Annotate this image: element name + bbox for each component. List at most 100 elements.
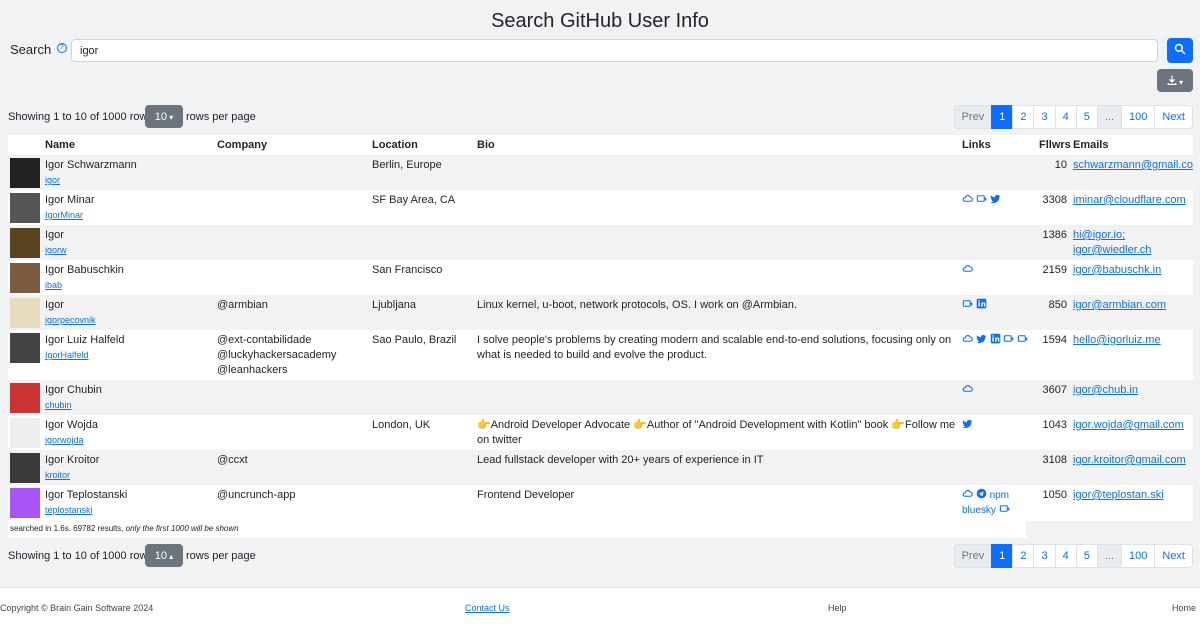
followers-cell: 850	[1037, 295, 1071, 330]
followers-cell: 1386	[1037, 225, 1071, 260]
user-login-link[interactable]: igor	[45, 175, 60, 185]
bottom-rows-per-page-select[interactable]: 10 ▴	[145, 544, 183, 567]
user-login-link[interactable]: IgorHalfeld	[45, 350, 89, 360]
linkedin-icon[interactable]	[990, 333, 1004, 346]
emails-cell: igor@armbian.com	[1071, 295, 1193, 330]
question-circle-icon[interactable]: ?	[56, 43, 67, 53]
followers-cell: 1043	[1037, 415, 1071, 450]
col-followers[interactable]: Fllwrs	[1037, 135, 1071, 155]
col-name[interactable]: Name	[43, 135, 215, 155]
page-next[interactable]: Next	[1154, 105, 1193, 129]
avatar[interactable]	[10, 453, 40, 483]
page-4[interactable]: 4	[1054, 544, 1077, 568]
email-link[interactable]: igor@armbian.com	[1073, 299, 1166, 311]
avatar[interactable]	[10, 193, 40, 223]
telegram-icon[interactable]	[976, 488, 990, 501]
cloud-icon[interactable]	[962, 195, 976, 206]
blog-icon[interactable]	[1003, 335, 1017, 346]
twitter-icon[interactable]	[976, 334, 990, 346]
twitter-icon[interactable]	[962, 419, 973, 431]
col-company[interactable]: Company	[215, 135, 370, 155]
top-pagination: Prev 1 2 3 4 5... 100 Next	[953, 105, 1193, 129]
avatar[interactable]	[10, 418, 40, 448]
avatar[interactable]	[10, 488, 40, 518]
email-link[interactable]: iminar@cloudflare.com	[1073, 194, 1186, 206]
page-2[interactable]: 2	[1012, 544, 1035, 568]
user-login-link[interactable]: igorwojda	[45, 435, 84, 445]
blog-icon[interactable]	[1017, 335, 1028, 346]
user-login-link[interactable]: IgorMinar	[45, 210, 83, 220]
page-3[interactable]: 3	[1033, 105, 1056, 129]
blog-icon[interactable]	[962, 300, 976, 311]
avatar[interactable]	[10, 263, 40, 293]
user-login-link[interactable]: igorpecovnik	[45, 315, 96, 325]
col-emails[interactable]: Emails	[1071, 135, 1193, 155]
email-link[interactable]: schwarzmann@gmail.com	[1073, 159, 1193, 171]
email-link[interactable]: igor.kroitor@gmail.com	[1073, 454, 1186, 466]
email-link[interactable]: igor@teplostan.ski	[1073, 489, 1164, 501]
page-100[interactable]: 100	[1121, 544, 1156, 568]
links-cell	[960, 380, 1037, 415]
link-bluesky[interactable]: bluesky	[962, 505, 996, 516]
contact-link[interactable]: Contact Us	[465, 603, 510, 613]
page-4[interactable]: 4	[1054, 105, 1077, 129]
avatar[interactable]	[10, 298, 40, 328]
page-2[interactable]: 2	[1012, 105, 1035, 129]
emails-cell: hi@igor.io; igor@wiedler.ch	[1071, 225, 1193, 260]
page-next[interactable]: Next	[1154, 544, 1193, 568]
avatar-cell	[8, 225, 43, 260]
avatar[interactable]	[10, 333, 40, 363]
help-link[interactable]: Help	[828, 603, 847, 613]
page-1[interactable]: 1	[991, 544, 1014, 568]
download-button[interactable]: ▾	[1157, 69, 1193, 92]
twitter-icon[interactable]	[989, 194, 1001, 206]
avatar[interactable]	[10, 383, 40, 413]
avatar[interactable]	[10, 228, 40, 258]
search-input[interactable]	[71, 39, 1158, 62]
link-npm[interactable]: npm	[990, 490, 1009, 501]
stats-note: only the first 1000 will be shown	[125, 524, 239, 533]
table-row: Igor Chubin chubin 3607 igor@chub.in	[8, 380, 1193, 415]
email-link[interactable]: igor@wiedler.ch	[1073, 244, 1151, 256]
avatar-cell	[8, 190, 43, 225]
email-link[interactable]: hi@igor.io;	[1073, 229, 1125, 241]
linkedin-icon[interactable]	[976, 298, 987, 311]
cloud-icon[interactable]	[962, 265, 973, 276]
avatar[interactable]	[10, 158, 40, 188]
company-cell: @ccxt	[215, 450, 370, 485]
links-cell	[960, 415, 1037, 450]
col-bio[interactable]: Bio	[475, 135, 960, 155]
user-login-link[interactable]: ibab	[45, 280, 62, 290]
bio-cell	[475, 380, 960, 415]
search-button[interactable]	[1167, 38, 1193, 63]
page-3[interactable]: 3	[1033, 544, 1056, 568]
user-login-link[interactable]: teplostanski	[45, 505, 93, 515]
search-icon	[1174, 43, 1186, 55]
email-link[interactable]: hello@igorluiz.me	[1073, 334, 1161, 346]
cloud-icon[interactable]	[962, 335, 976, 346]
email-link[interactable]: igor@babuschk.in	[1073, 264, 1161, 276]
page-prev[interactable]: Prev	[953, 544, 993, 568]
blog-icon[interactable]	[999, 505, 1010, 516]
page-1[interactable]: 1	[991, 105, 1014, 129]
page-100[interactable]: 100	[1121, 105, 1156, 129]
page-5[interactable]: 5	[1075, 105, 1098, 129]
avatar-cell	[8, 260, 43, 295]
user-login-link[interactable]: chubin	[45, 400, 72, 410]
blog-icon[interactable]	[976, 195, 990, 206]
cloud-icon[interactable]	[962, 490, 976, 501]
location-cell	[370, 485, 475, 521]
cloud-icon[interactable]	[962, 385, 973, 396]
email-link[interactable]: igor.wojda@gmail.com	[1073, 419, 1184, 431]
company-cell	[215, 260, 370, 295]
col-links[interactable]: Links	[960, 135, 1037, 155]
top-rows-per-page-select[interactable]: 10 ▾	[145, 105, 183, 128]
home-link[interactable]: Home	[1172, 603, 1196, 613]
top-rows-per-page-value: 10	[154, 110, 167, 123]
page-5[interactable]: 5	[1075, 544, 1098, 568]
user-login-link[interactable]: kroitor	[45, 470, 70, 480]
email-link[interactable]: igor@chub.in	[1073, 384, 1138, 396]
col-location[interactable]: Location	[370, 135, 475, 155]
user-login-link[interactable]: igorw	[45, 245, 67, 255]
page-prev[interactable]: Prev	[953, 105, 993, 129]
